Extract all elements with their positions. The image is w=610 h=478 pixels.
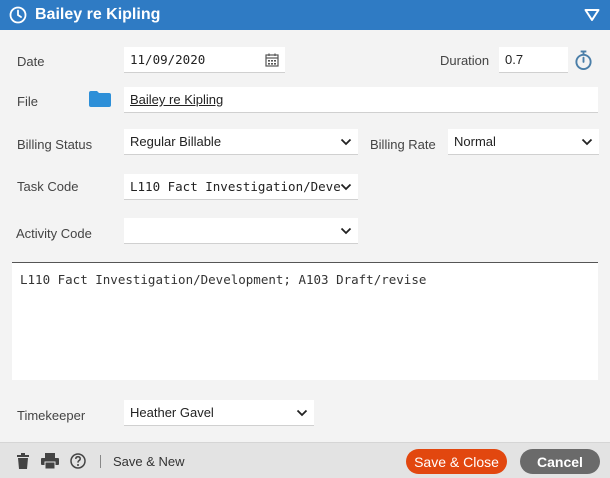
chevron-down-icon [296, 409, 308, 416]
notes-textarea[interactable]: L110 Fact Investigation/Development; A10… [12, 262, 598, 380]
chevron-down-icon [340, 227, 352, 234]
duration-label: Duration [440, 53, 490, 68]
duration-field[interactable]: 0.7 [499, 47, 568, 73]
duration-value: 0.7 [505, 52, 524, 67]
task-code-label: Task Code [17, 179, 79, 194]
save-new-button[interactable]: Save & New [113, 454, 185, 469]
chevron-down-icon [581, 138, 593, 145]
date-field[interactable]: 11/09/2020 [124, 47, 285, 73]
printer-icon[interactable] [41, 453, 59, 469]
file-field[interactable]: Bailey re Kipling [124, 87, 598, 113]
billing-status-select[interactable]: Regular Billable [124, 129, 358, 155]
chevron-down-icon [340, 138, 352, 145]
cancel-button[interactable]: Cancel [520, 449, 600, 474]
help-icon[interactable] [70, 453, 86, 469]
task-code-value: L110 Fact Investigation/Deve [130, 179, 340, 194]
file-label: File [17, 94, 38, 109]
date-label: Date [17, 54, 45, 69]
clock-icon [9, 6, 27, 24]
billing-status-value: Regular Billable [130, 134, 222, 149]
activity-code-select[interactable] [124, 218, 358, 244]
save-close-button[interactable]: Save & Close [406, 449, 507, 474]
notes-text: L110 Fact Investigation/Development; A10… [20, 272, 427, 287]
calendar-icon[interactable] [265, 53, 279, 67]
triangle-down-icon[interactable] [584, 8, 600, 22]
billing-rate-value: Normal [454, 134, 496, 149]
date-value: 11/09/2020 [130, 52, 206, 67]
task-code-select[interactable]: L110 Fact Investigation/Deve [124, 174, 358, 200]
timekeeper-label: Timekeeper [17, 408, 86, 423]
stopwatch-icon[interactable] [574, 50, 593, 71]
folder-icon[interactable] [89, 91, 111, 107]
chevron-down-icon [340, 183, 352, 190]
billing-rate-label: Billing Rate [370, 137, 436, 152]
window-title: Bailey re Kipling [35, 6, 161, 23]
trash-icon[interactable] [15, 453, 31, 469]
billing-status-label: Billing Status [17, 137, 93, 152]
billing-rate-select[interactable]: Normal [448, 129, 599, 155]
timekeeper-value: Heather Gavel [130, 405, 214, 420]
footer-bar: Save & New Save & Close Cancel [0, 442, 610, 478]
footer-divider [100, 455, 101, 468]
timekeeper-select[interactable]: Heather Gavel [124, 400, 314, 426]
file-value[interactable]: Bailey re Kipling [130, 92, 223, 107]
activity-code-label: Activity Code [16, 226, 92, 241]
title-bar: Bailey re Kipling [0, 0, 610, 30]
